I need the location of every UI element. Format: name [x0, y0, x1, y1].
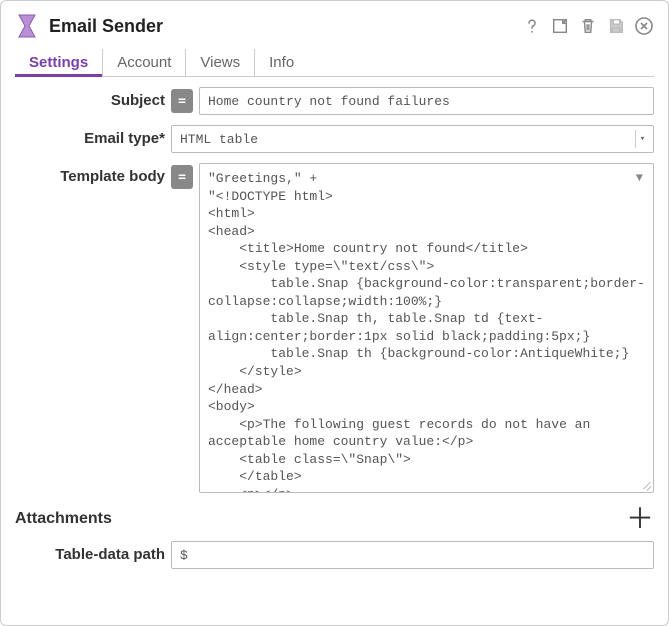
- trash-icon[interactable]: [578, 16, 598, 36]
- dialog-header: Email Sender: [15, 9, 654, 49]
- save-icon[interactable]: [606, 16, 626, 36]
- subject-input[interactable]: [199, 87, 654, 115]
- tabs-bar: Settings Account Views Info: [15, 49, 654, 77]
- label-table-data-path: Table-data path: [15, 541, 165, 563]
- template-body-textarea[interactable]: ▼"Greetings," + "<!DOCTYPE html> <html> …: [199, 163, 654, 493]
- email-type-value: HTML table: [180, 132, 258, 147]
- copy-icon[interactable]: [550, 16, 570, 36]
- attachments-header: Attachments ＋: [15, 505, 654, 533]
- template-body-content: "Greetings," + "<!DOCTYPE html> <html> <…: [208, 171, 645, 493]
- tab-views[interactable]: Views: [186, 49, 255, 76]
- tab-account[interactable]: Account: [103, 49, 186, 76]
- help-icon[interactable]: [522, 16, 542, 36]
- row-email-type: Email type* HTML table ▾: [15, 125, 654, 153]
- tab-info[interactable]: Info: [255, 49, 308, 76]
- collapse-caret-icon[interactable]: ▼: [636, 170, 643, 186]
- resize-handle-icon[interactable]: [639, 478, 651, 490]
- app-logo-icon: [15, 13, 39, 39]
- header-left: Email Sender: [15, 13, 163, 39]
- chevron-down-icon: ▾: [635, 130, 649, 148]
- label-subject: Subject: [15, 87, 165, 109]
- label-template-body: Template body: [15, 163, 165, 185]
- close-icon[interactable]: [634, 16, 654, 36]
- expression-toggle-subject[interactable]: =: [171, 89, 193, 113]
- header-actions: [522, 16, 654, 36]
- row-subject: Subject =: [15, 87, 654, 115]
- email-type-select[interactable]: HTML table ▾: [171, 125, 654, 153]
- row-template-body: Template body = ▼"Greetings," + "<!DOCTY…: [15, 163, 654, 493]
- attachments-title: Attachments: [15, 510, 112, 528]
- table-data-path-input[interactable]: [171, 541, 654, 569]
- dialog-title: Email Sender: [49, 16, 163, 37]
- row-table-data-path: Table-data path: [15, 541, 654, 569]
- add-attachment-button[interactable]: ＋: [626, 505, 654, 533]
- tab-settings[interactable]: Settings: [15, 49, 103, 76]
- expression-toggle-template[interactable]: =: [171, 165, 193, 189]
- label-email-type: Email type*: [15, 125, 165, 147]
